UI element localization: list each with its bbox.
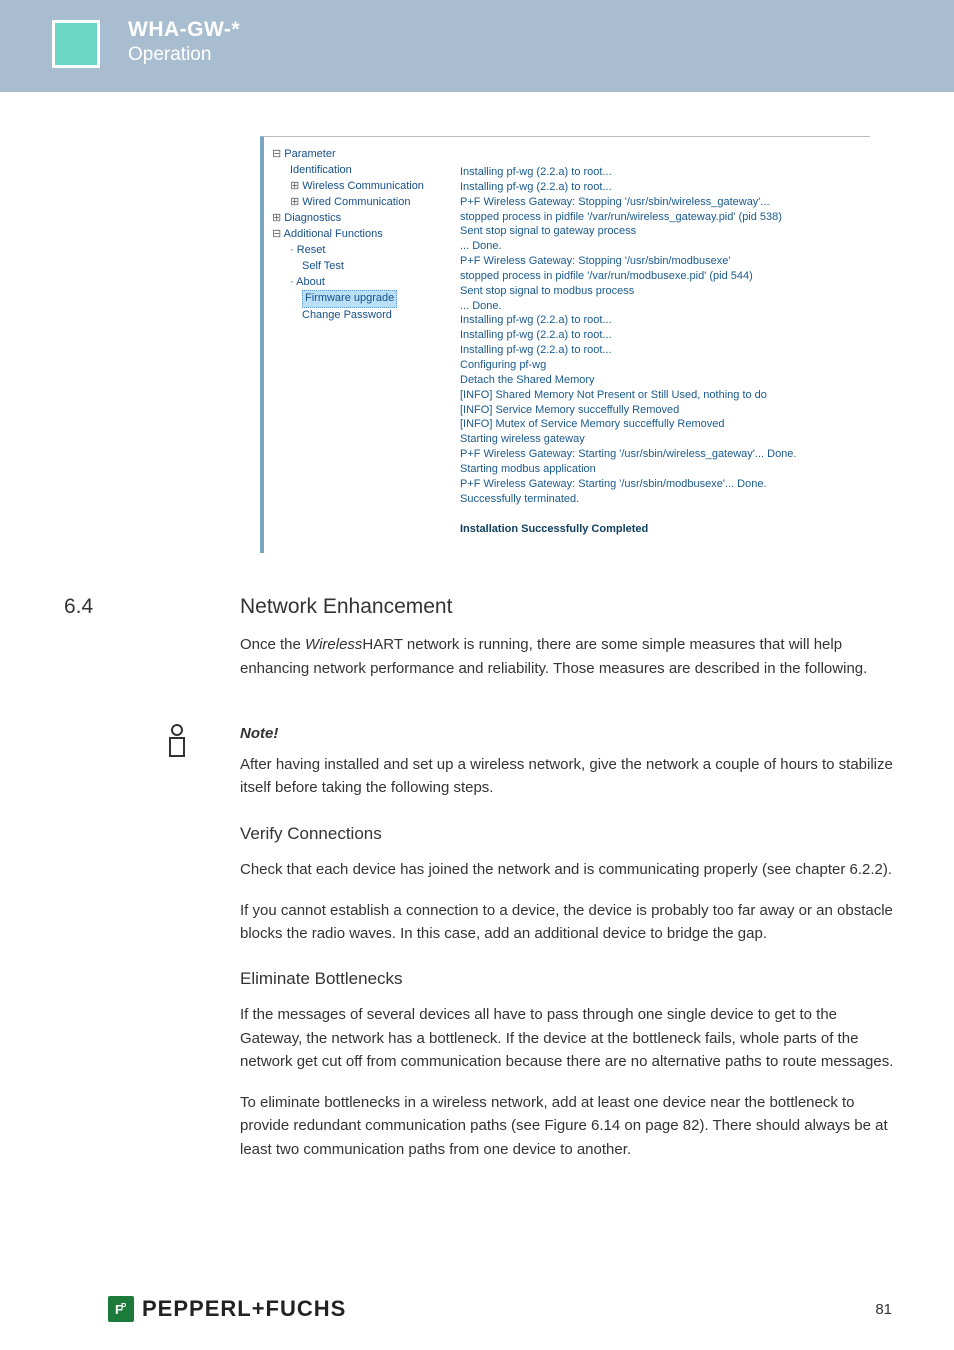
tree-item-identification[interactable]: Identification [272,163,450,179]
verify-p1: Check that each device has joined the ne… [240,858,894,881]
log-line: Configuring pf-wg [460,358,862,373]
log-line: ... Done. [460,239,862,254]
tree-label: Identification [290,164,352,176]
log-line: P+F Wireless Gateway: Stopping '/usr/sbi… [460,254,862,269]
subhead-bottlenecks: Eliminate Bottlenecks [240,969,894,989]
note-icon [164,724,190,760]
log-line: [INFO] Mutex of Service Memory succefful… [460,417,862,432]
section-heading-row: 6.4 Network Enhancement [60,595,894,619]
log-line: P+F Wireless Gateway: Starting '/usr/sbi… [460,447,862,462]
log-line: Installing pf-wg (2.2.a) to root... [460,328,862,343]
header-text-block: WHA-GW-* Operation [128,18,240,66]
tree-label: Change Password [302,309,392,321]
page-number: 81 [875,1301,892,1318]
firmware-upgrade-panel: Parameter Identification Wireless Commun… [260,136,870,553]
note-label: Note! [240,722,894,745]
section-number: 6.4 [60,595,240,619]
tree-label-selected: Firmware upgrade [302,290,397,308]
header-subtitle: Operation [128,44,240,66]
tree-label: Parameter [284,148,335,160]
log-line: stopped process in pidfile '/var/run/wir… [460,210,862,225]
tree-item-self-test[interactable]: Self Test [272,259,450,275]
log-line: P+F Wireless Gateway: Starting '/usr/sbi… [460,477,862,492]
bottle-p1: If the messages of several devices all h… [240,1003,894,1073]
note-block: Note! After having installed and set up … [60,722,894,800]
log-line: P+F Wireless Gateway: Stopping '/usr/sbi… [460,195,862,210]
bottle-p2: To eliminate bottlenecks in a wireless n… [240,1091,894,1161]
header-title: WHA-GW-* [128,18,240,42]
page-footer: FP PEPPERL+FUCHS 81 [0,1296,954,1322]
log-success: Installation Successfully Completed [460,522,862,537]
tree-item-wireless-comm[interactable]: Wireless Communication [272,179,450,195]
log-line: Installing pf-wg (2.2.a) to root... [460,180,862,195]
tree-item-additional-functions[interactable]: Additional Functions [272,227,450,243]
log-line: ... Done. [460,299,862,314]
log-line: [INFO] Shared Memory Not Present or Stil… [460,388,862,403]
log-line: Starting modbus application [460,462,862,477]
svg-text:P: P [121,1302,127,1311]
install-log: Installing pf-wg (2.2.a) to root... Inst… [454,143,870,543]
log-line: Detach the Shared Memory [460,373,862,388]
section-intro: Once the WirelessHART network is running… [240,633,894,680]
log-line: Sent stop signal to gateway process [460,224,862,239]
header-logo-square [52,20,100,68]
log-line: Successfully terminated. [460,492,862,507]
note-icon-col [60,722,240,800]
tree-label: Additional Functions [284,228,383,240]
tree-item-firmware-upgrade[interactable]: Firmware upgrade [272,290,450,308]
log-line: Sent stop signal to modbus process [460,284,862,299]
subhead-verify: Verify Connections [240,824,894,844]
tree-label: Wireless Communication [302,180,424,192]
brand-block: FP PEPPERL+FUCHS [108,1296,346,1322]
tree-label: Diagnostics [284,212,341,224]
brand-text: PEPPERL+FUCHS [142,1296,346,1322]
tree-item-reset[interactable]: · Reset [272,243,450,259]
log-line: Installing pf-wg (2.2.a) to root... [460,165,862,180]
tree-item-wired-comm[interactable]: Wired Communication [272,195,450,211]
tree-label: About [296,276,325,288]
log-line: Starting wireless gateway [460,432,862,447]
tree-label: Self Test [302,260,344,272]
tree-item-change-password[interactable]: Change Password [272,308,450,324]
log-line: Installing pf-wg (2.2.a) to root... [460,313,862,328]
tree-item-diagnostics[interactable]: Diagnostics [272,211,450,227]
verify-p2: If you cannot establish a connection to … [240,899,894,946]
log-line: [INFO] Service Memory succeffully Remove… [460,403,862,418]
log-line: stopped process in pidfile '/var/run/mod… [460,269,862,284]
log-line: Installing pf-wg (2.2.a) to root... [460,343,862,358]
brand-badge-icon: FP [108,1296,134,1322]
tree-label: Reset [297,244,326,256]
page-header: WHA-GW-* Operation [0,0,954,92]
tree-item-parameter[interactable]: Parameter [272,147,450,163]
tree-label: Wired Communication [302,196,410,208]
nav-tree: Parameter Identification Wireless Commun… [264,143,454,543]
text-italic: Wireless [305,636,362,653]
tree-item-about[interactable]: · About [272,275,450,291]
section-title: Network Enhancement [240,595,452,619]
note-text: After having installed and set up a wire… [240,753,894,800]
text: Once the [240,636,305,653]
